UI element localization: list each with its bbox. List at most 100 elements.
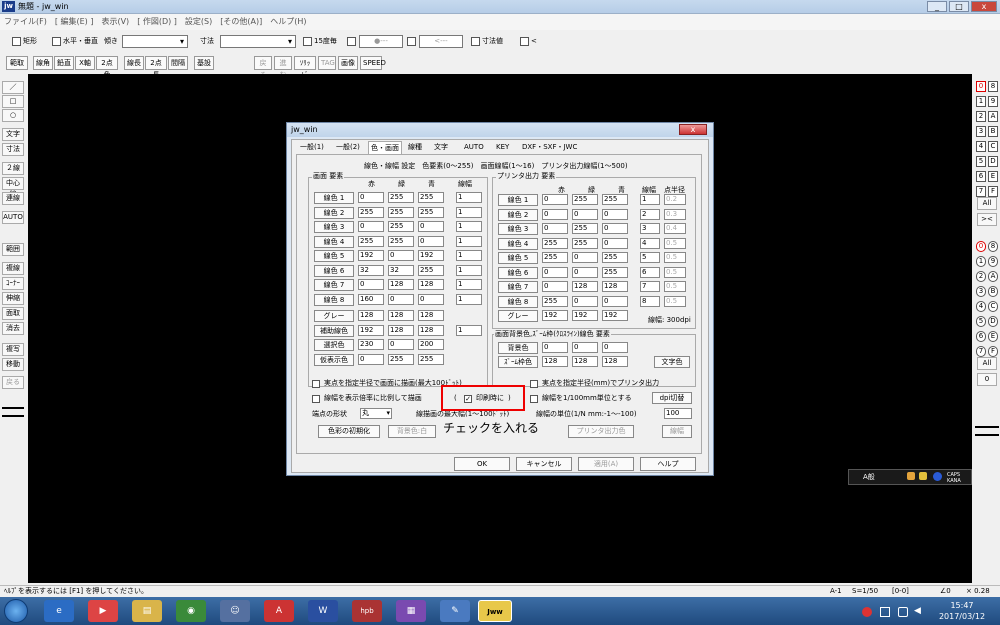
- bg-red-input[interactable]: 0: [542, 342, 568, 353]
- screen-blue-input[interactable]: 200: [418, 339, 444, 350]
- zoom-red-input[interactable]: 128: [542, 356, 568, 367]
- printer-blue-input[interactable]: 0: [602, 208, 628, 220]
- printer-blue-input[interactable]: 255: [602, 266, 628, 278]
- printer-green-input[interactable]: 0: [572, 295, 598, 307]
- endpoint-shape-select[interactable]: 丸 ▾: [360, 408, 392, 419]
- line-length-button[interactable]: 線長: [124, 56, 144, 70]
- printer-point-input[interactable]: 0.5: [664, 295, 686, 307]
- screen-red-input[interactable]: 192: [358, 250, 384, 261]
- printer-width-input[interactable]: 3: [640, 223, 660, 234]
- printer-blue-input[interactable]: 0: [602, 295, 628, 307]
- tag-button[interactable]: TAG: [318, 56, 336, 70]
- printer-green-input[interactable]: 255: [572, 237, 598, 249]
- layer-7[interactable]: 7: [976, 346, 986, 357]
- screen-color-button[interactable]: 線色 8: [314, 293, 354, 306]
- tool-connect-line[interactable]: 連線: [2, 192, 24, 205]
- printer-point-input[interactable]: 0.4: [664, 223, 686, 234]
- line-angle-button[interactable]: 線角: [33, 56, 53, 70]
- screen-green-input[interactable]: 0: [388, 339, 414, 350]
- taskbar-explorer-icon[interactable]: ▤: [132, 600, 162, 622]
- printer-color-button[interactable]: 線色 7: [498, 281, 538, 293]
- solid-button[interactable]: ｿﾘｯﾄﾞ: [294, 56, 316, 79]
- width-unit-checkbox[interactable]: [530, 395, 538, 403]
- screen-width-input[interactable]: 1: [456, 206, 482, 218]
- printer-green-input[interactable]: 255: [572, 223, 598, 234]
- layer-group-9[interactable]: 9: [988, 96, 998, 107]
- screen-color-button[interactable]: 線色 4: [314, 235, 354, 248]
- screen-color-button[interactable]: 選択色: [314, 339, 354, 351]
- layer-group-7[interactable]: 7: [976, 186, 986, 197]
- x-axis-button[interactable]: X軸: [75, 56, 95, 70]
- tab-dxf[interactable]: DXF・SXF・JWC: [520, 141, 579, 154]
- printer-red-input[interactable]: 0: [542, 281, 568, 292]
- layer-group-swap-button[interactable]: ><: [977, 213, 997, 226]
- printer-color-button[interactable]: 線色 4: [498, 237, 538, 250]
- layer-2[interactable]: 2: [976, 271, 986, 282]
- layer-6[interactable]: 6: [976, 331, 986, 342]
- taskbar-clock[interactable]: 15:47 2017/03/12: [930, 600, 994, 622]
- screen-color-button[interactable]: 補助線色: [314, 324, 354, 337]
- network-tray-icon[interactable]: [880, 607, 890, 617]
- layer-group-e[interactable]: E: [988, 171, 998, 182]
- slope-select[interactable]: ▾: [122, 35, 188, 48]
- tab-text[interactable]: 文字: [432, 141, 450, 154]
- screen-blue-input[interactable]: 128: [418, 324, 444, 336]
- cancel-button[interactable]: キャンセル: [516, 457, 572, 471]
- printer-point-input[interactable]: 0.3: [664, 208, 686, 220]
- two-point-length-button[interactable]: 2点長: [145, 56, 167, 79]
- screen-green-input[interactable]: 255: [388, 206, 414, 218]
- printer-point-input[interactable]: 0.5: [664, 252, 686, 263]
- tool-undo[interactable]: 戻る: [2, 376, 24, 389]
- screen-red-input[interactable]: 230: [358, 339, 384, 350]
- printer-width-input[interactable]: 5: [640, 252, 660, 263]
- close-button[interactable]: x: [971, 1, 997, 12]
- layer-group-6[interactable]: 6: [976, 171, 986, 182]
- rect-checkbox[interactable]: [12, 37, 21, 46]
- bg-white-button[interactable]: 背景色:白: [388, 425, 436, 438]
- printer-color-button[interactable]: プリンタ出力色: [568, 425, 634, 438]
- layer-group-all-button[interactable]: All: [977, 197, 997, 210]
- screen-green-input[interactable]: 255: [388, 192, 414, 203]
- taskbar-jww-icon[interactable]: Jww: [478, 600, 512, 622]
- printer-green-input[interactable]: 255: [572, 194, 598, 205]
- screen-width-input[interactable]: 1: [456, 221, 482, 232]
- display-tray-icon[interactable]: [898, 607, 908, 617]
- tool-erase[interactable]: 消去: [2, 322, 24, 335]
- layer-f[interactable]: F: [988, 346, 998, 357]
- screen-red-input[interactable]: 0: [358, 279, 384, 290]
- printer-width-input[interactable]: 1: [640, 194, 660, 205]
- layer-d[interactable]: D: [988, 316, 998, 327]
- screen-green-input[interactable]: 128: [388, 324, 414, 336]
- dimval-checkbox[interactable]: [471, 37, 480, 46]
- layer-5[interactable]: 5: [976, 316, 986, 327]
- screen-red-input[interactable]: 255: [358, 206, 384, 218]
- taskbar-app-icon[interactable]: ▦: [396, 600, 426, 622]
- printer-width-input[interactable]: 8: [640, 295, 660, 307]
- help-button[interactable]: ヘルプ: [640, 457, 696, 471]
- ime-toolbar[interactable]: A般 CAPS KANA: [848, 469, 972, 485]
- dictionary-icon[interactable]: [907, 472, 915, 480]
- screen-color-button[interactable]: 線色 2: [314, 206, 354, 219]
- deg15-checkbox[interactable]: [303, 37, 312, 46]
- tool-line[interactable]: ／: [2, 81, 24, 94]
- dots-checkbox[interactable]: [347, 37, 356, 46]
- tool-dimension[interactable]: 寸法: [2, 143, 24, 156]
- screen-width-input[interactable]: 1: [456, 192, 482, 203]
- volume-icon[interactable]: ◀: [914, 606, 921, 616]
- status-paper[interactable]: A-1: [830, 586, 842, 597]
- screen-green-input[interactable]: 0: [388, 250, 414, 261]
- scale-line-width-checkbox[interactable]: [312, 395, 320, 403]
- taskbar-acrobat-icon[interactable]: A: [264, 600, 294, 622]
- dim-select[interactable]: ▾: [220, 35, 296, 48]
- printer-color-button[interactable]: 線色 5: [498, 252, 538, 264]
- screen-color-button[interactable]: 線色 7: [314, 279, 354, 291]
- dots-button[interactable]: ●---: [359, 35, 403, 48]
- screen-red-input[interactable]: 32: [358, 264, 384, 276]
- printer-green-input[interactable]: 128: [572, 281, 598, 292]
- status-layer[interactable]: [0-0]: [892, 586, 909, 597]
- undo-button[interactable]: 戻る: [254, 56, 272, 79]
- printer-blue-input[interactable]: 255: [602, 252, 628, 263]
- screen-green-input[interactable]: 128: [388, 310, 414, 321]
- printer-green-input[interactable]: 0: [572, 266, 598, 278]
- tab-general2[interactable]: 一般(2): [334, 141, 362, 154]
